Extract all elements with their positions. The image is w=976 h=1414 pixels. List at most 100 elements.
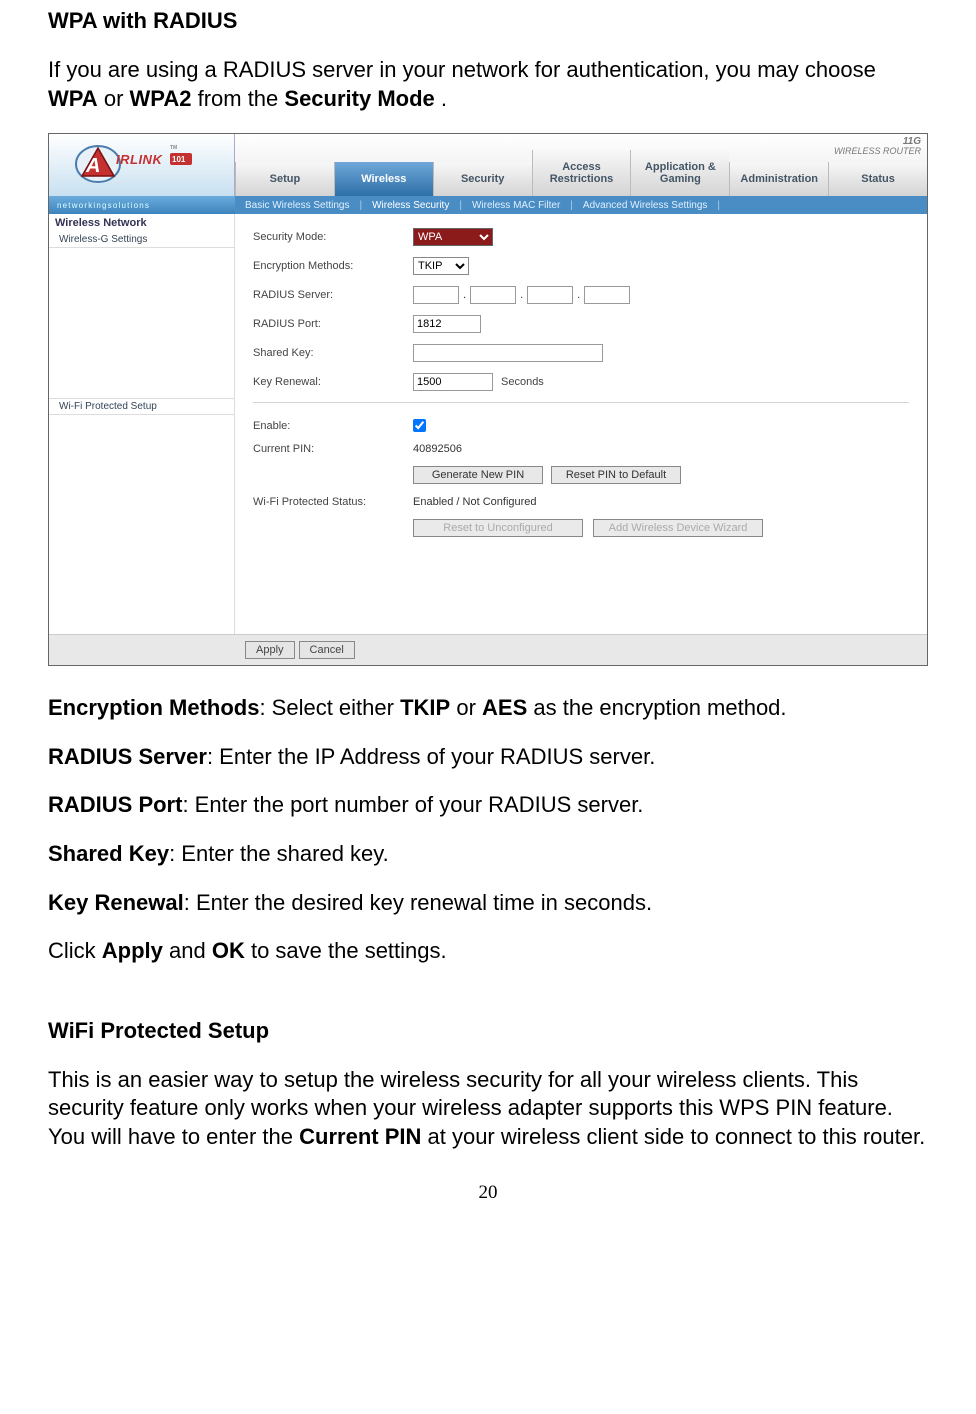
subtabs-row: Basic Wireless Settings | Wireless Secur… [235, 196, 927, 214]
term-security-mode: Security Mode [284, 86, 434, 111]
tab-application-gaming[interactable]: Application & Gaming [630, 150, 729, 196]
subtab-separator: | [717, 200, 720, 211]
text: and [163, 938, 212, 963]
subtab-advanced-wireless[interactable]: Advanced Wireless Settings [573, 200, 718, 211]
subtab-mac-filter[interactable]: Wireless MAC Filter [462, 200, 570, 211]
button-generate-pin[interactable]: Generate New PIN [413, 466, 543, 484]
tab-access-restrictions[interactable]: Access Restrictions [532, 150, 631, 196]
airlink-logo-icon: A IRLINK 101 TM [72, 142, 212, 188]
row-security-mode: Security Mode: WPA [253, 228, 909, 246]
sidebar-item-wireless-g[interactable]: Wireless-G Settings [49, 232, 234, 248]
label-wps-status: Wi-Fi Protected Status: [253, 496, 413, 508]
tab-wireless[interactable]: Wireless [334, 162, 433, 196]
button-reset-pin[interactable]: Reset PIN to Default [551, 466, 681, 484]
text: : Enter the port number of your RADIUS s… [182, 792, 643, 817]
wps-action-row: Reset to Unconfigured Add Wireless Devic… [413, 519, 909, 537]
svg-text:TM: TM [170, 145, 177, 151]
text: to save the settings. [245, 938, 447, 963]
badge-bottom: WIRELESS ROUTER [834, 147, 921, 156]
section-heading-wps: WiFi Protected Setup [48, 1018, 928, 1044]
value-current-pin: 40892506 [413, 443, 462, 455]
para-shared-key: Shared Key: Enter the shared key. [48, 840, 928, 869]
sidebar-heading-wireless-network: Wireless Network [49, 214, 234, 232]
input-key-renewal[interactable] [413, 373, 493, 391]
text: . [441, 86, 447, 111]
text: or [104, 86, 130, 111]
value-wps-status: Enabled / Not Configured [413, 496, 537, 508]
input-radius-octet4[interactable] [584, 286, 630, 304]
term-wpa2: WPA2 [130, 86, 192, 111]
para-encryption: Encryption Methods: Select either TKIP o… [48, 694, 928, 723]
row-wps-enable: Enable: [253, 419, 909, 432]
button-reset-unconfigured[interactable]: Reset to Unconfigured [413, 519, 583, 537]
label-current-pin: Current PIN: [253, 443, 413, 455]
text: : Select either [259, 695, 400, 720]
text: If you are using a RADIUS server in your… [48, 57, 876, 82]
sidebar-item-wps[interactable]: Wi-Fi Protected Setup [49, 398, 234, 415]
text: at your wireless client side to connect … [421, 1124, 925, 1149]
term-apply: Apply [102, 938, 163, 963]
select-encryption[interactable]: TKIP [413, 257, 469, 275]
router-body: Wireless Network Wireless-G Settings Wi-… [49, 214, 927, 634]
subtab-basic-wireless[interactable]: Basic Wireless Settings [235, 200, 359, 211]
tab-status[interactable]: Status [828, 162, 927, 196]
product-badge: 11G WIRELESS ROUTER [834, 137, 921, 156]
input-radius-octet2[interactable] [470, 286, 516, 304]
row-shared-key: Shared Key: [253, 344, 909, 362]
router-header: A IRLINK 101 TM 11G WIRELESS ROUTER Setu… [49, 134, 927, 196]
checkbox-wps-enable[interactable] [413, 419, 426, 432]
input-radius-port[interactable] [413, 315, 481, 333]
tab-setup[interactable]: Setup [235, 162, 334, 196]
row-current-pin: Current PIN: 40892506 [253, 443, 909, 455]
text: : Enter the shared key. [169, 841, 389, 866]
para-apply: Click Apply and OK to save the settings. [48, 937, 928, 966]
term-current-pin: Current PIN [299, 1124, 421, 1149]
text: from the [198, 86, 285, 111]
row-encryption: Encryption Methods: TKIP [253, 257, 909, 275]
button-add-device-wizard[interactable]: Add Wireless Device Wizard [593, 519, 763, 537]
tab-administration[interactable]: Administration [729, 162, 828, 196]
svg-text:101: 101 [172, 155, 186, 164]
term-ok: OK [212, 938, 245, 963]
subtab-wireless-security[interactable]: Wireless Security [362, 200, 459, 211]
text: or [450, 695, 482, 720]
text: : Enter the IP Address of your RADIUS se… [207, 744, 655, 769]
select-security-mode[interactable]: WPA [413, 228, 493, 246]
tab-security[interactable]: Security [433, 162, 532, 196]
para-wps: This is an easier way to setup the wirel… [48, 1066, 928, 1152]
para-key-renewal: Key Renewal: Enter the desired key renew… [48, 889, 928, 918]
label-encryption: Encryption Methods: [253, 260, 413, 272]
text: : Enter the desired key renewal time in … [184, 890, 652, 915]
divider [253, 402, 909, 403]
page-number: 20 [48, 1182, 928, 1204]
subheader-row: networkingsolutions Basic Wireless Setti… [49, 196, 927, 214]
router-admin-screenshot: A IRLINK 101 TM 11G WIRELESS ROUTER Setu… [48, 133, 928, 666]
term-radius-server: RADIUS Server [48, 744, 207, 769]
row-wps-status: Wi-Fi Protected Status: Enabled / Not Co… [253, 496, 909, 508]
tagline: networkingsolutions [49, 196, 235, 214]
term-key-renewal: Key Renewal [48, 890, 184, 915]
label-shared-key: Shared Key: [253, 347, 413, 359]
svg-text:IRLINK: IRLINK [116, 152, 163, 167]
row-radius-port: RADIUS Port: [253, 315, 909, 333]
dot-separator: . [520, 289, 523, 301]
row-key-renewal: Key Renewal: Seconds [253, 373, 909, 391]
footer-bar: Apply Cancel [49, 634, 927, 665]
button-cancel[interactable]: Cancel [299, 641, 355, 659]
input-shared-key[interactable] [413, 344, 603, 362]
dot-separator: . [463, 289, 466, 301]
input-radius-octet1[interactable] [413, 286, 459, 304]
label-radius-port: RADIUS Port: [253, 318, 413, 330]
label-security-mode: Security Mode: [253, 231, 413, 243]
text: as the encryption method. [527, 695, 786, 720]
term-radius-port: RADIUS Port [48, 792, 182, 817]
input-radius-octet3[interactable] [527, 286, 573, 304]
label-radius-server: RADIUS Server: [253, 289, 413, 301]
term-aes: AES [482, 695, 527, 720]
button-apply[interactable]: Apply [245, 641, 295, 659]
label-seconds: Seconds [501, 376, 544, 388]
pin-button-row: Generate New PIN Reset PIN to Default [413, 466, 909, 484]
term-encryption-methods: Encryption Methods [48, 695, 259, 720]
para-radius-server: RADIUS Server: Enter the IP Address of y… [48, 743, 928, 772]
text: Click [48, 938, 102, 963]
